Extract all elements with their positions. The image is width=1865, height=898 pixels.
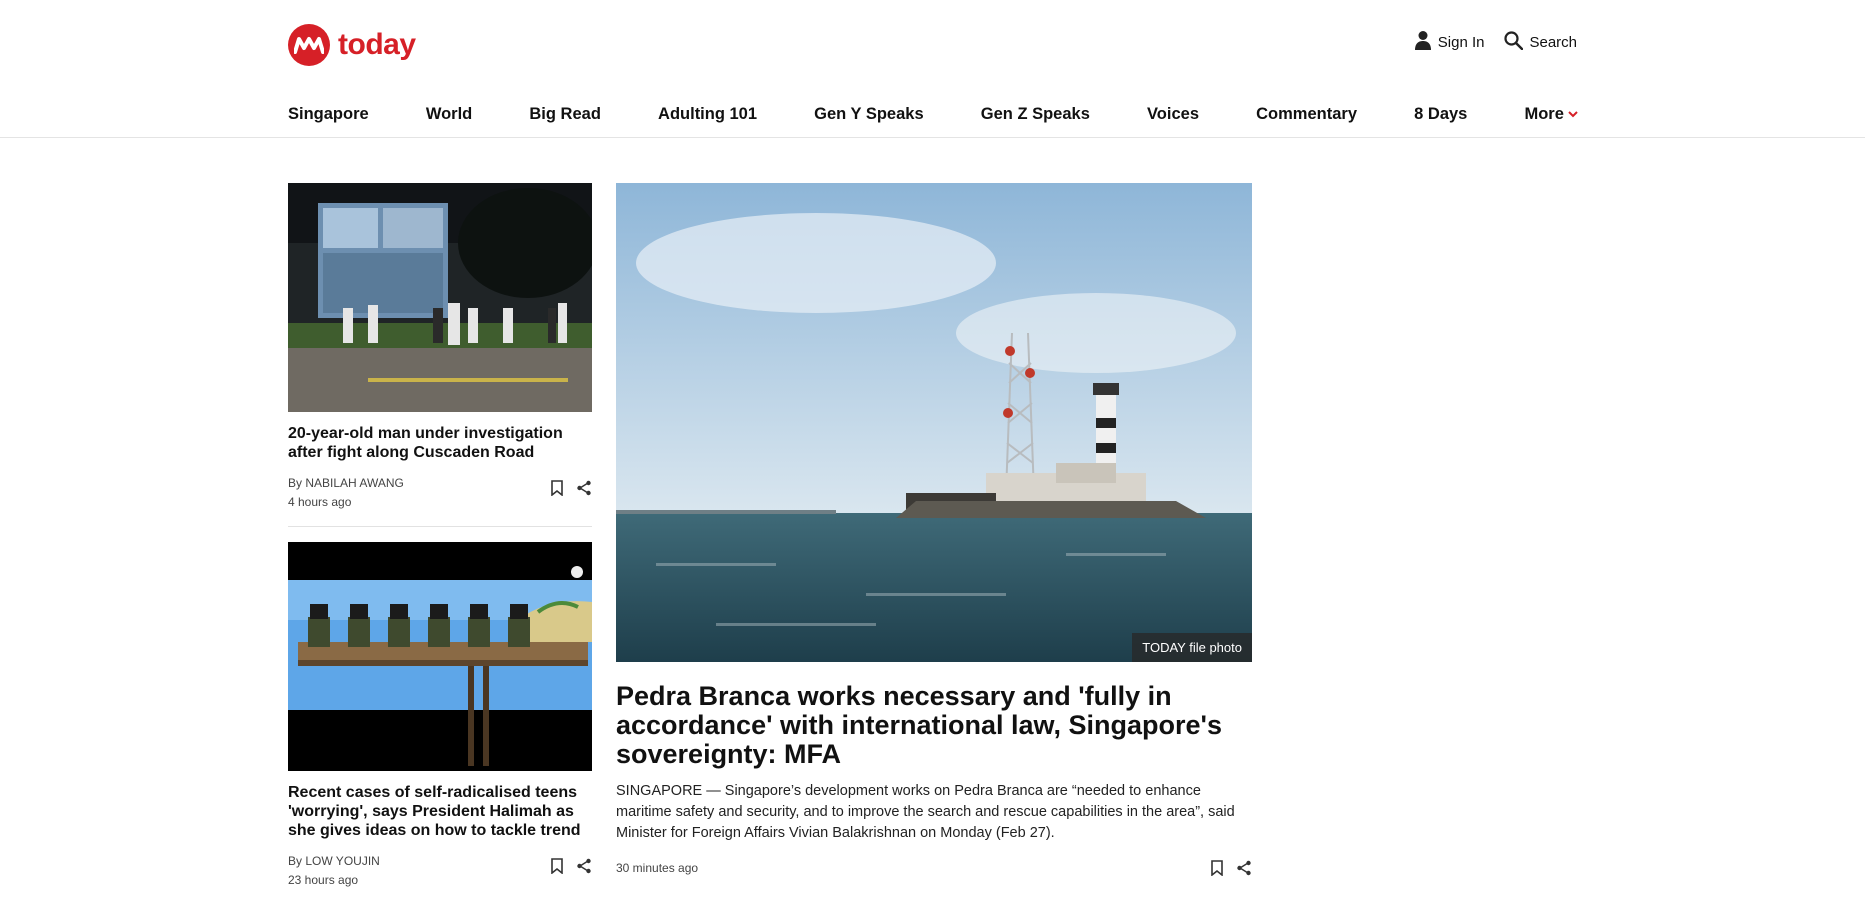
article-title[interactable]: 20-year-old man under investigation afte… xyxy=(288,424,592,462)
nav-item-more[interactable]: More xyxy=(1524,104,1578,124)
article-image-radicalisation[interactable] xyxy=(288,542,592,771)
timestamp: 23 hours ago xyxy=(288,873,359,887)
timestamp: 30 minutes ago xyxy=(616,861,699,875)
search-icon xyxy=(1504,30,1524,54)
timestamp: 4 hours ago xyxy=(288,495,352,509)
author-link[interactable]: NABILAH AWANG xyxy=(305,476,403,490)
author-link[interactable]: LOW YOUJIN xyxy=(305,854,379,868)
logo-wordmark: today xyxy=(338,28,416,61)
nav-item-big-read[interactable]: Big Read xyxy=(529,105,601,124)
nav-item-commentary[interactable]: Commentary xyxy=(1256,105,1357,124)
nav-item-gen-y-speaks[interactable]: Gen Y Speaks xyxy=(814,105,923,124)
site-logo[interactable]: today xyxy=(288,24,416,66)
byline-prefix: By xyxy=(288,854,303,868)
article-actions xyxy=(1210,860,1252,877)
byline: By LOW YOUJIN 23 hours ago xyxy=(288,852,380,890)
divider xyxy=(288,526,592,527)
article-card: 20-year-old man under investigation afte… xyxy=(288,183,592,512)
feature-meta: 30 minutes ago xyxy=(616,860,1252,877)
more-label: More xyxy=(1524,104,1564,123)
article-title[interactable]: Recent cases of self-radicalised teens '… xyxy=(288,783,592,840)
header-actions: Sign In Search xyxy=(1414,30,1577,54)
search-label: Search xyxy=(1529,33,1577,51)
article-card: Recent cases of self-radicalised teens '… xyxy=(288,542,592,890)
feature-title[interactable]: Pedra Branca works necessary and 'fully … xyxy=(616,682,1252,769)
bookmark-icon[interactable] xyxy=(550,480,566,497)
share-icon[interactable] xyxy=(576,480,592,496)
feature-image-pedra-branca[interactable]: TODAY file photo xyxy=(616,183,1252,662)
side-stories: 20-year-old man under investigation afte… xyxy=(288,183,592,890)
share-icon[interactable] xyxy=(1236,860,1252,876)
feature-summary: SINGAPORE — Singapore’s development work… xyxy=(616,783,1235,841)
article-meta: By NABILAH AWANG 4 hours ago xyxy=(288,474,592,512)
site-header: today Sign In Search Singapore World Big… xyxy=(0,0,1865,138)
nav-item-world[interactable]: World xyxy=(426,105,472,124)
sign-in-button[interactable]: Sign In xyxy=(1414,30,1485,54)
chevron-down-icon xyxy=(1568,107,1578,121)
search-button[interactable]: Search xyxy=(1504,30,1577,54)
bookmark-icon[interactable] xyxy=(550,858,566,875)
article-actions xyxy=(550,480,592,497)
feature-story: TODAY file photo Pedra Branca works nece… xyxy=(616,183,1252,877)
photo-caption: TODAY file photo xyxy=(1132,633,1252,662)
article-image-fight[interactable] xyxy=(288,183,592,412)
nav-item-8-days[interactable]: 8 Days xyxy=(1414,105,1467,124)
main-nav: Singapore World Big Read Adulting 101 Ge… xyxy=(288,100,1578,128)
article-actions xyxy=(550,858,592,875)
byline: By NABILAH AWANG 4 hours ago xyxy=(288,474,404,512)
nav-item-singapore[interactable]: Singapore xyxy=(288,105,369,124)
sign-in-label: Sign In xyxy=(1437,33,1485,51)
article-meta: By LOW YOUJIN 23 hours ago xyxy=(288,852,592,890)
user-icon xyxy=(1414,30,1432,54)
nav-item-voices[interactable]: Voices xyxy=(1147,105,1199,124)
bookmark-icon[interactable] xyxy=(1210,860,1226,877)
nav-item-gen-z-speaks[interactable]: Gen Z Speaks xyxy=(981,105,1090,124)
share-icon[interactable] xyxy=(576,858,592,874)
logo-mark-icon xyxy=(288,24,330,66)
nav-item-adulting-101[interactable]: Adulting 101 xyxy=(658,105,757,124)
byline-prefix: By xyxy=(288,476,303,490)
